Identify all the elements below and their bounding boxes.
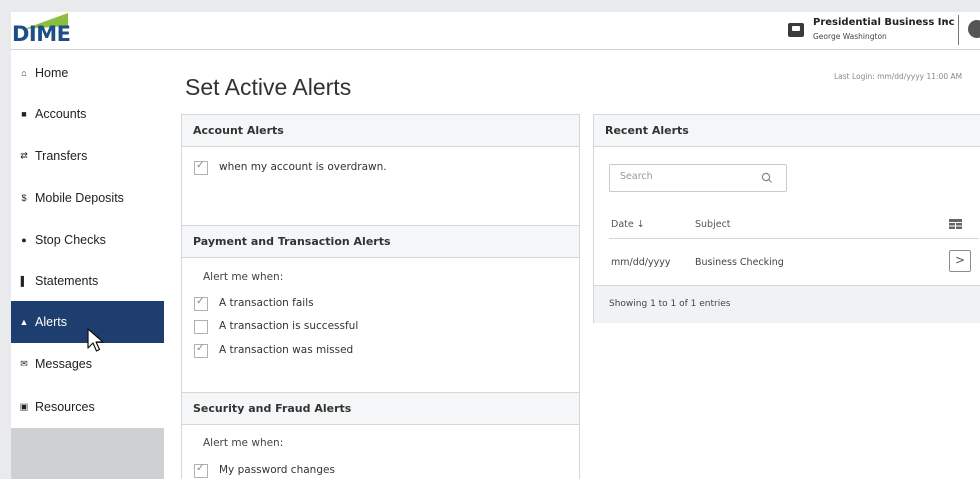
- entries-count: Showing 1 to 1 of 1 entries: [609, 299, 731, 309]
- home-icon: ⌂: [21, 68, 27, 78]
- table-header-divider: [609, 238, 979, 239]
- page-title: Set Active Alerts: [185, 74, 352, 100]
- sidebar-item-label: Mobile Deposits: [35, 191, 124, 205]
- sidebar-item-accounts[interactable]: ■ Accounts: [11, 93, 164, 135]
- section-title: Account Alerts: [193, 124, 284, 137]
- payment-alerts-header: Payment and Transaction Alerts: [182, 225, 579, 258]
- business-switcher[interactable]: Presidential Business Inc ⌄ George Washi…: [788, 15, 963, 45]
- table-layout-icon[interactable]: [949, 219, 962, 229]
- recent-alerts-header: Recent Alerts: [594, 115, 980, 147]
- header-divider: [958, 15, 959, 45]
- dollar-icon: $: [21, 193, 27, 203]
- transfers-icon: ⇄: [20, 150, 28, 161]
- transaction-fails-checkbox[interactable]: [194, 296, 208, 311]
- sidebar-item-label: Alerts: [35, 315, 67, 329]
- sidebar-item-label: Resources: [35, 400, 95, 414]
- alert-prompt: Alert me when:: [203, 271, 284, 283]
- transaction-successful-checkbox[interactable]: [194, 320, 208, 334]
- chevron-down-icon: ⌄: [942, 15, 951, 26]
- account-alerts-header: Account Alerts: [182, 115, 579, 147]
- checkbox-label: when my account is overdrawn.: [219, 161, 387, 173]
- last-login: Last Login: mm/dd/yyyy 11:00 AM: [834, 72, 963, 81]
- sidebar-item-mobile-deposits[interactable]: $ Mobile Deposits: [11, 177, 164, 219]
- open-alert-button[interactable]: >: [949, 250, 971, 272]
- checkbox-label: A transaction is successful: [219, 320, 359, 332]
- table-footer: Showing 1 to 1 of 1 entries: [594, 285, 980, 323]
- alert-settings-panel: Account Alerts when my account is overdr…: [181, 114, 580, 479]
- section-title: Security and Fraud Alerts: [193, 402, 352, 415]
- sidebar-item-stop-checks[interactable]: ● Stop Checks: [11, 219, 164, 261]
- logo-text: DIME: [12, 22, 71, 46]
- row-date: mm/dd/yyyy: [611, 257, 671, 268]
- sidebar-item-label: Home: [35, 66, 69, 80]
- top-bar: DIME Presidential Business Inc ⌄ George …: [11, 12, 980, 50]
- sidebar-item-statements[interactable]: ▌ Statements: [11, 260, 164, 302]
- section-title: Payment and Transaction Alerts: [193, 235, 391, 248]
- search-icon[interactable]: [760, 171, 774, 185]
- sidebar-footer: [11, 428, 164, 479]
- security-alerts-header: Security and Fraud Alerts: [182, 392, 579, 425]
- profile-icon[interactable]: [968, 20, 980, 38]
- overdrawn-checkbox[interactable]: [194, 160, 208, 175]
- business-name: Presidential Business Inc: [813, 17, 955, 28]
- messages-icon: ✉: [20, 358, 28, 369]
- sidebar-item-label: Accounts: [35, 107, 87, 121]
- id-card-icon: [788, 23, 804, 37]
- alerts-icon: ▲: [19, 317, 29, 327]
- resources-icon: ▣: [19, 401, 29, 412]
- transaction-missed-checkbox[interactable]: [194, 343, 208, 358]
- section-title: Recent Alerts: [605, 124, 689, 137]
- main-content: Set Active Alerts Last Login: mm/dd/yyyy…: [164, 50, 980, 479]
- sidebar-item-label: Statements: [35, 274, 99, 288]
- app-window: DIME Presidential Business Inc ⌄ George …: [0, 0, 980, 479]
- sidebar-item-resources[interactable]: ▣ Resources: [11, 386, 164, 428]
- checkbox-label: A transaction fails: [219, 297, 314, 309]
- checkbox-label: My password changes: [219, 464, 335, 476]
- sidebar: ⌂ Home ■ Accounts ⇄ Transfers $ Mobile D…: [11, 50, 164, 479]
- checkbox-label: A transaction was missed: [219, 344, 354, 356]
- accounts-icon: ■: [21, 109, 27, 119]
- user-name: George Washington: [813, 32, 887, 41]
- sidebar-item-label: Transfers: [35, 149, 88, 163]
- row-subject: Business Checking: [695, 257, 784, 268]
- search-field[interactable]: [609, 164, 787, 192]
- password-changes-checkbox[interactable]: [194, 463, 208, 478]
- statements-icon: ▌: [20, 276, 28, 286]
- mouse-cursor-icon: [87, 328, 104, 352]
- sidebar-item-label: Stop Checks: [35, 233, 106, 247]
- sidebar-item-transfers[interactable]: ⇄ Transfers: [11, 135, 164, 177]
- recent-alerts-panel: Recent Alerts Date ↓ Subject mm/dd/yy: [593, 114, 980, 323]
- column-header-subject[interactable]: Subject: [695, 219, 731, 230]
- alert-prompt: Alert me when:: [203, 437, 284, 449]
- sidebar-item-home[interactable]: ⌂ Home: [11, 52, 164, 94]
- stop-icon: ●: [21, 235, 27, 245]
- search-input[interactable]: [618, 170, 762, 183]
- dime-logo[interactable]: DIME: [12, 12, 72, 48]
- column-header-date[interactable]: Date ↓: [611, 219, 645, 230]
- sidebar-item-label: Messages: [35, 357, 92, 371]
